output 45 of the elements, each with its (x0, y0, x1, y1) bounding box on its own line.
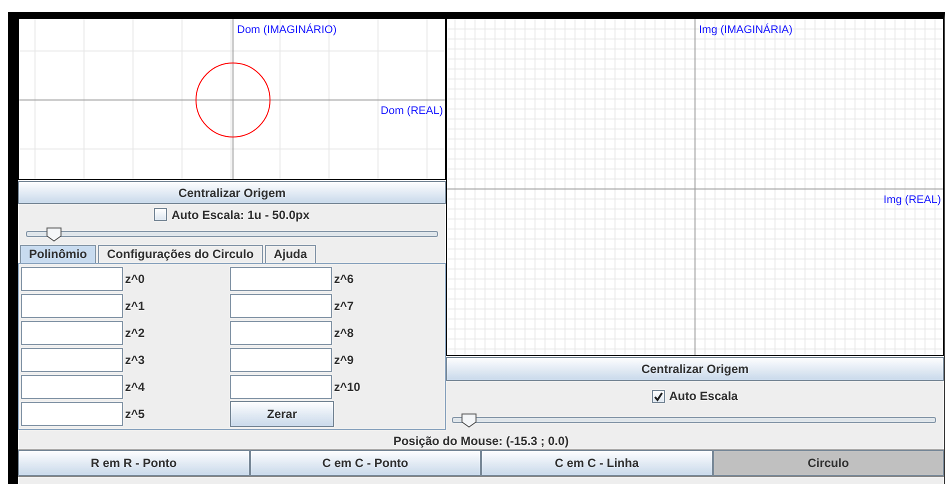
center-origin-button[interactable]: Centralizar Origem (18, 181, 446, 204)
coefficient-field[interactable] (21, 321, 123, 345)
coefficient-field[interactable] (230, 294, 332, 318)
zoom-slider[interactable] (26, 226, 438, 242)
axis-label: Dom (REAL) (380, 105, 443, 117)
tab[interactable]: Configurações do Circulo (98, 244, 263, 263)
coefficient-field[interactable] (230, 348, 332, 372)
coefficient-label: z^3 (125, 353, 145, 367)
coefficient-field[interactable] (21, 402, 123, 426)
coefficient-label: z^2 (125, 326, 145, 340)
tab[interactable]: Ajuda (264, 244, 316, 263)
mode-button[interactable]: Circulo (712, 450, 944, 476)
coefficient-label: z^7 (334, 299, 354, 313)
slider-thumb[interactable] (46, 226, 62, 242)
auto-scale-checkbox[interactable] (154, 208, 168, 222)
coefficient-label: z^0 (125, 272, 145, 286)
auto-scale-label: Auto Escala: 1u - 50.0px (171, 208, 310, 222)
tab[interactable]: Polinômio (20, 244, 96, 263)
zoom-slider[interactable] (452, 412, 936, 428)
coefficient-label: z^9 (334, 353, 354, 367)
coefficient-label: z^4 (125, 380, 145, 394)
axis-label: Img (REAL) (884, 194, 941, 206)
auto-scale-checkbox[interactable] (652, 390, 666, 402)
coefficient-field[interactable] (230, 267, 332, 291)
mode-button[interactable]: C em C - Ponto (250, 450, 481, 476)
coefficient-field[interactable] (230, 375, 332, 399)
coefficient-field[interactable] (21, 267, 123, 291)
axis-label: Dom (IMAGINÁRIO) (237, 24, 337, 36)
coefficient-field[interactable] (21, 348, 123, 372)
center-origin-button[interactable]: Centralizar Origem (446, 357, 944, 381)
mouse-position-text: Posição do Mouse: (-15.3 ; 0.0) (393, 434, 569, 448)
coefficient-label: z^5 (125, 407, 145, 421)
coefficient-label: z^8 (334, 326, 354, 340)
coefficient-label: z^1 (125, 299, 145, 313)
clear-button[interactable]: Zerar (230, 401, 334, 427)
slider-thumb[interactable] (461, 412, 478, 428)
coefficient-label: z^6 (334, 272, 354, 286)
coefficient-field[interactable] (21, 375, 123, 399)
mode-button[interactable]: C em C - Linha (481, 450, 712, 476)
coefficient-field[interactable] (21, 294, 123, 318)
mode-button[interactable]: R em R - Ponto (18, 450, 250, 476)
axis-label: Img (IMAGINÁRIA) (699, 24, 793, 36)
coefficient-label: z^10 (334, 380, 360, 394)
coefficient-field[interactable] (230, 321, 332, 345)
auto-scale-label: Auto Escala (669, 389, 738, 403)
